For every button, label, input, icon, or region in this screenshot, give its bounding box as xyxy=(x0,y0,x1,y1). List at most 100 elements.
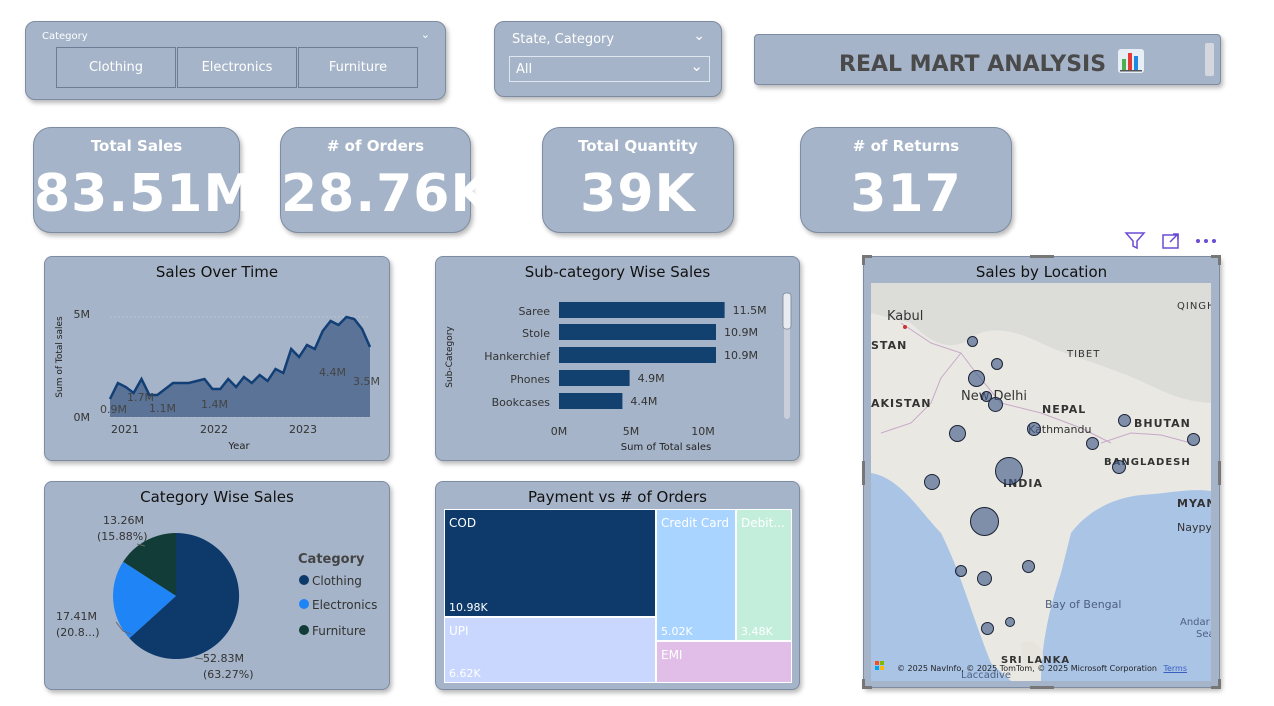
map-bubble[interactable] xyxy=(968,370,985,387)
treemap-tile-credit-card[interactable]: Credit Card 5.02K xyxy=(656,509,736,641)
state-category-slicer: State, Category ⌄ All ⌄ xyxy=(494,21,722,97)
bar-bookcases[interactable] xyxy=(559,393,623,409)
x-axis-label: Sum of Total sales xyxy=(621,442,711,453)
data-label: 1.1M xyxy=(149,402,176,415)
y-tick-label: 5M xyxy=(74,308,91,321)
kpi-value: 39K xyxy=(580,164,696,224)
resize-handle[interactable] xyxy=(862,461,865,485)
map-bubble[interactable] xyxy=(995,457,1023,485)
map-canvas[interactable]: Kabul STAN AKISTAN New Delhi NEPAL Kathm… xyxy=(871,283,1211,681)
scrollbar-thumb[interactable] xyxy=(782,292,792,330)
treemap-tile-cod[interactable]: COD 10.98K xyxy=(444,509,656,617)
chevron-down-icon[interactable]: ⌄ xyxy=(693,28,705,44)
tile-label: COD xyxy=(449,516,477,530)
y-tick-label: 0M xyxy=(74,411,91,424)
map-attribution: © 2025 NavInfo, © 2025 TomTom, © 2025 Mi… xyxy=(897,664,1188,673)
map-bubble[interactable] xyxy=(1086,437,1099,450)
map-label-bay-of-bengal: Bay of Bengal xyxy=(1045,598,1122,611)
slice-label: (63.27%) xyxy=(203,668,254,681)
legend-item[interactable]: Electronics xyxy=(312,598,377,612)
bar-value-label: 4.9M xyxy=(638,372,665,385)
map-bubble[interactable] xyxy=(991,358,1003,370)
slicer-button-electronics[interactable]: Electronics xyxy=(177,47,297,88)
map-bubble[interactable] xyxy=(988,397,1003,412)
map-bubble[interactable] xyxy=(1027,422,1041,436)
map-label-naypyidaw: Naypy xyxy=(1177,521,1211,534)
chevron-down-icon[interactable]: ⌄ xyxy=(421,28,430,41)
legend-item[interactable]: Clothing xyxy=(312,574,362,588)
resize-handle[interactable] xyxy=(1218,461,1221,485)
map-bubble[interactable] xyxy=(1118,414,1131,427)
x-tick-label: 0M xyxy=(551,425,568,438)
bar-saree[interactable] xyxy=(559,302,725,318)
x-tick-label: 2021 xyxy=(111,423,139,436)
bar-hankerchief[interactable] xyxy=(559,347,716,363)
tile-label: Credit Card xyxy=(661,516,729,530)
kpi-returns: # of Returns 317 xyxy=(800,127,1012,233)
data-label: 3.5M xyxy=(353,375,380,388)
map-bubble[interactable] xyxy=(1022,560,1035,573)
x-tick-label: 2023 xyxy=(289,423,317,436)
resize-handle[interactable] xyxy=(1211,679,1221,689)
map-bubble[interactable] xyxy=(977,571,992,586)
map-bubble[interactable] xyxy=(1005,617,1015,627)
chevron-down-icon: ⌄ xyxy=(690,57,703,75)
resize-handle[interactable] xyxy=(862,679,872,689)
filter-icon[interactable] xyxy=(1124,231,1146,255)
bar-value-label: 4.4M xyxy=(630,395,657,408)
map-bubble[interactable] xyxy=(967,336,978,347)
treemap-tile-upi[interactable]: UPI 6.62K xyxy=(444,617,656,683)
resize-handle[interactable] xyxy=(862,255,872,265)
scrollbar[interactable] xyxy=(1205,43,1214,76)
legend-item[interactable]: Furniture xyxy=(312,624,366,638)
focus-mode-icon[interactable] xyxy=(1160,231,1182,255)
resize-handle[interactable] xyxy=(1030,255,1054,258)
resize-handle[interactable] xyxy=(1030,686,1054,689)
slicer-button-clothing[interactable]: Clothing xyxy=(56,47,176,88)
treemap-tile-debit[interactable]: Debit... 3.48K xyxy=(736,509,792,641)
subcategory-visual: Sub-category Wise Sales Sub-Category 0M … xyxy=(435,256,800,461)
map-bubble[interactable] xyxy=(949,425,966,442)
bar-category-label: Stole xyxy=(522,327,550,340)
category-slicer-header: Category xyxy=(42,31,88,42)
tile-label: EMI xyxy=(661,648,683,662)
bar-stole[interactable] xyxy=(559,324,716,340)
map-bubble[interactable] xyxy=(981,622,994,635)
map-bubble[interactable] xyxy=(1187,433,1200,446)
y-axis-label: Sum of Total sales xyxy=(55,316,65,398)
visual-title: Payment vs # of Orders xyxy=(528,488,707,506)
slice-label: (15.88%) xyxy=(97,530,148,543)
map-label-myanmar: MYAN xyxy=(1177,497,1211,510)
map-label-qinghai: QINGH xyxy=(1177,301,1211,312)
more-options-icon[interactable] xyxy=(1194,231,1218,255)
bar-value-label: 11.5M xyxy=(733,304,767,317)
bar-phones[interactable] xyxy=(559,370,630,386)
tile-value: 10.98K xyxy=(449,601,488,614)
terms-link[interactable]: Terms xyxy=(1163,664,1187,673)
resize-handle[interactable] xyxy=(1211,255,1221,265)
tile-value: 3.48K xyxy=(741,625,773,638)
bar-category-label: Saree xyxy=(518,305,550,318)
map-bubble[interactable] xyxy=(970,507,999,536)
map-bubble[interactable] xyxy=(924,474,940,490)
state-dropdown[interactable]: All ⌄ xyxy=(509,56,710,82)
bar-value-label: 10.9M xyxy=(724,349,758,362)
legend-marker-furniture xyxy=(299,625,309,635)
sales-over-time-chart: Sum of Total sales 5M 0M 2021 2022 2023 … xyxy=(55,308,380,452)
slicer-button-furniture[interactable]: Furniture xyxy=(298,47,418,88)
bar-category-label: Hankerchief xyxy=(484,350,551,363)
payment-treemap-visual: Payment vs # of Orders COD 10.98K UPI 6.… xyxy=(435,481,800,690)
map-label-tibet: TIBET xyxy=(1067,349,1101,360)
kpi-label: Total Quantity xyxy=(578,137,698,155)
x-tick-label: 5M xyxy=(623,425,640,438)
bar-category-label: Phones xyxy=(510,373,550,386)
microsoft-logo-icon xyxy=(875,661,884,670)
bar-value-label: 10.9M xyxy=(724,326,758,339)
treemap-tile-emi[interactable]: EMI xyxy=(656,641,792,683)
map-label-stan: STAN xyxy=(871,339,908,352)
title-banner: REAL MART ANALYSIS xyxy=(754,34,1221,85)
map-bubble[interactable] xyxy=(1112,460,1126,474)
visual-title: Sales by Location xyxy=(975,263,1108,281)
slice-label: 52.83M xyxy=(203,652,244,665)
map-bubble[interactable] xyxy=(955,565,967,577)
